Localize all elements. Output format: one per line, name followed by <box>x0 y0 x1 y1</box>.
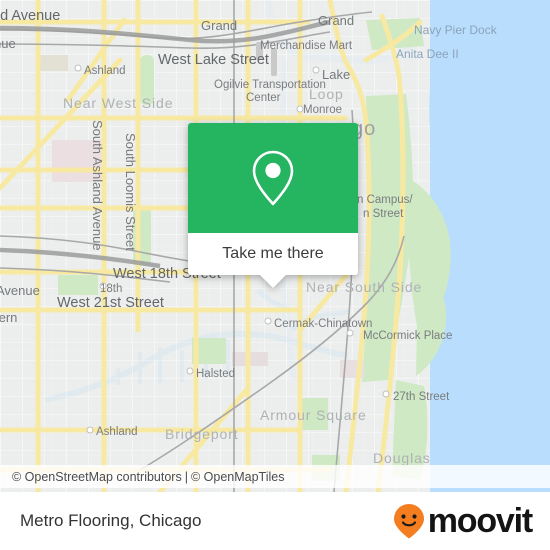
location-popup-card[interactable]: Take me there <box>188 123 358 288</box>
moovit-pin-icon <box>393 504 424 539</box>
map-attribution: © OpenStreetMap contributors | © OpenMap… <box>0 465 550 488</box>
popup-pointer <box>260 275 286 288</box>
attribution-separator: | <box>184 469 188 484</box>
bottom-info-bar: Metro Flooring, Chicago moovit <box>0 492 550 550</box>
map-canvas[interactable]: nd Avenue nue Grand Grand Navy Pier Dock… <box>0 0 550 492</box>
popup-action-bar[interactable]: Take me there <box>188 233 358 288</box>
take-me-there-label: Take me there <box>222 245 324 262</box>
map-pin-icon <box>252 150 294 206</box>
attribution-openmaptiles[interactable]: © OpenMapTiles <box>191 470 285 484</box>
place-title: Metro Flooring, Chicago <box>20 511 202 530</box>
attribution-osm[interactable]: © OpenStreetMap contributors <box>12 470 182 484</box>
moovit-map-screen: nd Avenue nue Grand Grand Navy Pier Dock… <box>0 0 550 550</box>
popup-header <box>188 123 358 233</box>
moovit-logo[interactable]: moovit <box>392 502 533 540</box>
moovit-wordmark: moovit <box>427 502 533 540</box>
